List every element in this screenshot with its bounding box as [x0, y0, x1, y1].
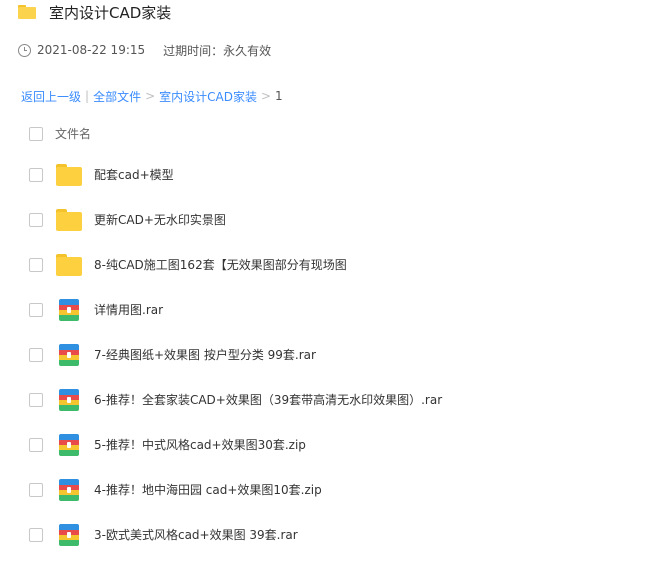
file-row[interactable]: 详情用图.rar: [0, 287, 661, 332]
folder-icon: [56, 208, 82, 231]
current-folder: 1: [275, 89, 283, 103]
archive-icon: [59, 343, 79, 366]
file-name[interactable]: 4-推荐！地中海田园 cad+效果图10套.zip: [94, 481, 322, 498]
file-name[interactable]: 6-推荐！全套家装CAD+效果图（39套带高清无水印效果图）.rar: [94, 391, 442, 408]
column-header-name: 文件名: [55, 127, 92, 141]
clock-icon: [18, 43, 31, 57]
archive-icon: [59, 478, 79, 501]
file-name[interactable]: 7-经典图纸+效果图 按户型分类 99套.rar: [94, 346, 316, 363]
archive-icon: [59, 433, 79, 456]
archive-icon: [59, 523, 79, 546]
archive-icon: [59, 388, 79, 411]
row-checkbox[interactable]: [29, 167, 43, 182]
row-checkbox[interactable]: [29, 527, 43, 542]
folder-icon: [56, 163, 82, 186]
all-files-link[interactable]: 全部文件: [93, 88, 141, 105]
file-name[interactable]: 3-欧式美式风格cad+效果图 39套.rar: [94, 526, 298, 543]
file-row[interactable]: 8-纯CAD施工图162套【无效果图部分有现场图: [0, 242, 661, 287]
share-meta: 2021-08-22 19:15 过期时间：永久有效: [18, 40, 271, 60]
file-row[interactable]: 4-推荐！地中海田园 cad+效果图10套.zip: [0, 467, 661, 512]
archive-icon: [59, 298, 79, 321]
back-link[interactable]: 返回上一级: [21, 88, 81, 105]
row-checkbox[interactable]: [29, 257, 43, 272]
breadcrumb-separator: |: [85, 89, 90, 103]
folder-icon: [56, 253, 82, 276]
file-name[interactable]: 详情用图.rar: [94, 301, 163, 318]
folder-link[interactable]: 室内设计CAD家装: [159, 88, 257, 105]
file-name[interactable]: 配套cad+模型: [94, 166, 174, 183]
breadcrumb-arrow: >: [145, 89, 156, 103]
select-all-checkbox[interactable]: [29, 126, 43, 141]
row-checkbox[interactable]: [29, 212, 43, 227]
breadcrumb: 返回上一级 | 全部文件 > 室内设计CAD家装 > 1: [21, 86, 283, 106]
row-checkbox[interactable]: [29, 347, 43, 362]
row-checkbox[interactable]: [29, 482, 43, 497]
folder-icon: [18, 5, 36, 19]
file-name[interactable]: 8-纯CAD施工图162套【无效果图部分有现场图: [94, 256, 347, 273]
expire-info: 过期时间：永久有效: [163, 43, 272, 58]
row-checkbox[interactable]: [29, 437, 43, 452]
file-row[interactable]: 更新CAD+无水印实景图: [0, 197, 661, 242]
list-header: 文件名: [0, 111, 661, 156]
share-date: 2021-08-22 19:15: [37, 43, 146, 57]
breadcrumb-arrow: >: [260, 89, 272, 103]
page-title: 室内设计CAD家装: [49, 3, 172, 22]
row-checkbox[interactable]: [29, 302, 43, 317]
file-row[interactable]: 7-经典图纸+效果图 按户型分类 99套.rar: [0, 332, 661, 377]
file-name[interactable]: 5-推荐！中式风格cad+效果图30套.zip: [94, 436, 306, 453]
file-row[interactable]: 6-推荐！全套家装CAD+效果图（39套带高清无水印效果图）.rar: [0, 377, 661, 422]
file-row[interactable]: 配套cad+模型: [0, 152, 661, 197]
file-name[interactable]: 更新CAD+无水印实景图: [94, 211, 226, 228]
file-row[interactable]: 3-欧式美式风格cad+效果图 39套.rar: [0, 512, 661, 557]
page-header: 室内设计CAD家装: [18, 0, 171, 24]
file-row[interactable]: 5-推荐！中式风格cad+效果图30套.zip: [0, 422, 661, 467]
row-checkbox[interactable]: [29, 392, 43, 407]
